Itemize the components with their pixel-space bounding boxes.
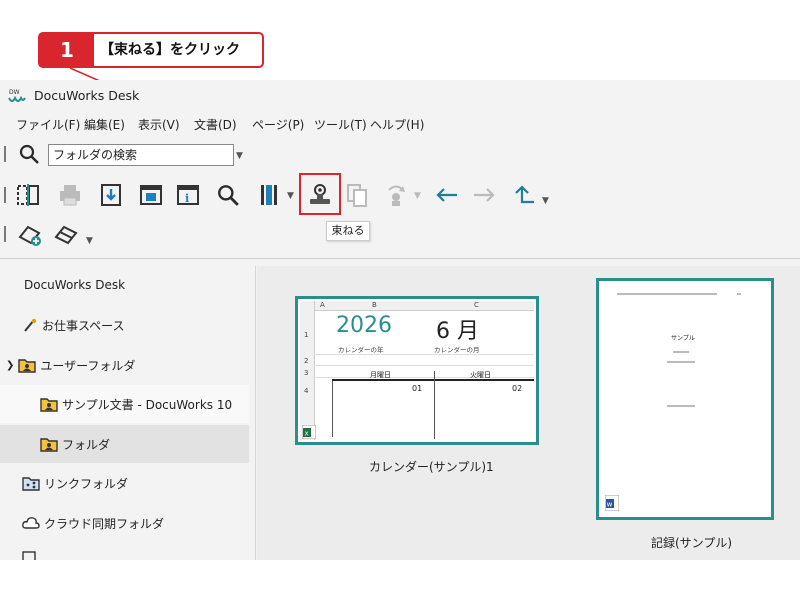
menu-help[interactable]: ヘルプ(H) [370,116,424,133]
document-area: A B C 1 2 3 4 2026 6 月 カレンダーの年 カレンダーの月 月… [257,266,800,560]
link-folder-icon [22,477,40,491]
tree-item-sample-docs[interactable]: サンプル文書 - DocuWorks 10 [0,385,249,423]
print-icon[interactable] [56,181,84,209]
menu-bar: ファイル(F) 編集(E) 表示(V) 文書(D) ページ(P) ツール(T) … [0,112,800,136]
toolbar-grip [4,187,6,203]
year-caption: カレンダーの年 [338,346,384,354]
user-folder-icon [40,438,58,452]
weekday-tuesday: 火曜日 [470,371,491,379]
hand-dropdown-chevron-icon[interactable]: ▼ [414,191,421,201]
column-dropdown-chevron-icon[interactable]: ▼ [287,191,294,201]
weekday-monday: 月曜日 [370,371,391,379]
calendar-year: 2026 [336,313,392,338]
tree-item-label: ユーザーフォルダ [40,358,136,373]
app-window: DW DocuWorks Desk ファイル(F) 編集(E) 表示(V) 文書… [0,80,800,560]
svg-text:i: i [185,192,189,205]
bookmark-dropdown-chevron-icon[interactable]: ▼ [86,236,93,246]
document-thumbnail-record[interactable]: サンプル w [596,278,774,520]
row-header: 4 [304,387,309,395]
up-folder-icon[interactable] [510,181,538,209]
tree-item-cloud-sync-folder[interactable]: クラウド同期フォルダ [0,504,249,542]
word-file-icon: w [605,495,619,511]
expand-chevron-icon[interactable]: ❯ [6,360,14,371]
tree-item-partial[interactable] [0,544,249,560]
toolbar-divider [0,258,800,259]
bundle-button-highlight [299,173,341,215]
document-label-record[interactable]: 記録(サンプル) [651,534,732,551]
date-cell: 02 [512,384,523,393]
info-icon[interactable]: i [174,181,202,209]
tree-item-label: お仕事スペース [42,318,125,333]
user-folder-icon [40,398,58,412]
menu-edit[interactable]: 編集(E) [84,116,125,133]
calendar-month: 6 月 [436,319,479,344]
folder-icon [22,551,36,560]
folder-tree: DocuWorks Desk お仕事スペース ❯ ユーザーフォルダ サンプル文書… [0,266,256,560]
zoom-icon[interactable] [214,181,242,209]
split-icon[interactable] [14,181,42,209]
tree-item-label: DocuWorks Desk [24,278,126,292]
menu-view[interactable]: 表示(V) [138,116,180,133]
tree-item-label: サンプル文書 - DocuWorks 10 [62,397,233,412]
import-icon[interactable] [97,181,125,209]
folder-search-input[interactable]: フォルダの検索 [48,144,234,166]
bundle-tooltip: 束ねる [326,221,370,241]
search-icon[interactable] [18,143,40,165]
month-caption: カレンダーの月 [434,346,480,354]
record-heading: サンプル [671,335,695,342]
calendar-preview: A B C 1 2 3 4 2026 6 月 カレンダーの年 カレンダーの月 月… [300,301,534,440]
docuworks-logo-icon: DW [8,89,26,102]
svg-text:x: x [305,430,309,438]
menu-file[interactable]: ファイル(F) [16,116,80,133]
document-thumbnail-calendar[interactable]: A B C 1 2 3 4 2026 6 月 カレンダーの年 カレンダーの月 月… [295,296,539,445]
svg-text:w: w [607,501,613,509]
col-header: B [372,301,377,309]
back-arrow-icon[interactable] [433,181,461,209]
tree-item-label: クラウド同期フォルダ [44,516,165,531]
toolbar-grip [4,226,6,242]
tree-item-label: フォルダ [62,437,111,452]
window-title: DocuWorks Desk [34,88,140,103]
tree-item-docuworks-desk[interactable]: DocuWorks Desk [0,266,249,304]
col-header: C [474,301,479,309]
tree-item-label: リンクフォルダ [44,476,129,491]
column-icon[interactable] [255,181,283,209]
row-header: 2 [304,357,309,365]
pen-icon [24,318,37,332]
date-cell: 01 [412,384,423,393]
forward-arrow-icon[interactable] [470,181,498,209]
toolbar-grip [4,146,6,162]
document-label-calendar[interactable]: カレンダー(サンプル)1 [369,458,494,475]
menu-page[interactable]: ページ(P) [252,116,304,133]
viewer-icon[interactable] [137,181,165,209]
search-dropdown-chevron-icon[interactable]: ▼ [236,151,243,161]
col-header: A [320,301,325,309]
up-dropdown-chevron-icon[interactable]: ▼ [542,196,549,206]
menu-document[interactable]: 文書(D) [194,116,237,133]
tree-item-work-space[interactable]: お仕事スペース [0,306,249,344]
cloud-icon [22,517,40,529]
row-header: 1 [304,331,309,339]
title-bar: DW DocuWorks Desk [0,80,800,112]
copy-icon[interactable] [343,181,371,209]
tree-item-user-folder[interactable]: ❯ ユーザーフォルダ [0,346,249,384]
hand-icon[interactable] [382,181,410,209]
user-folder-icon [18,359,37,373]
excel-file-icon: x [302,425,316,439]
eraser-icon[interactable] [52,220,80,248]
row-header: 3 [304,369,309,377]
record-preview: サンプル w [601,283,769,515]
svg-text:DW: DW [9,89,20,96]
tree-item-link-folder[interactable]: リンクフォルダ [0,464,249,502]
tree-item-folder[interactable]: フォルダ [0,425,249,463]
add-bookmark-icon[interactable] [16,220,44,248]
menu-tools[interactable]: ツール(T) [314,116,367,133]
